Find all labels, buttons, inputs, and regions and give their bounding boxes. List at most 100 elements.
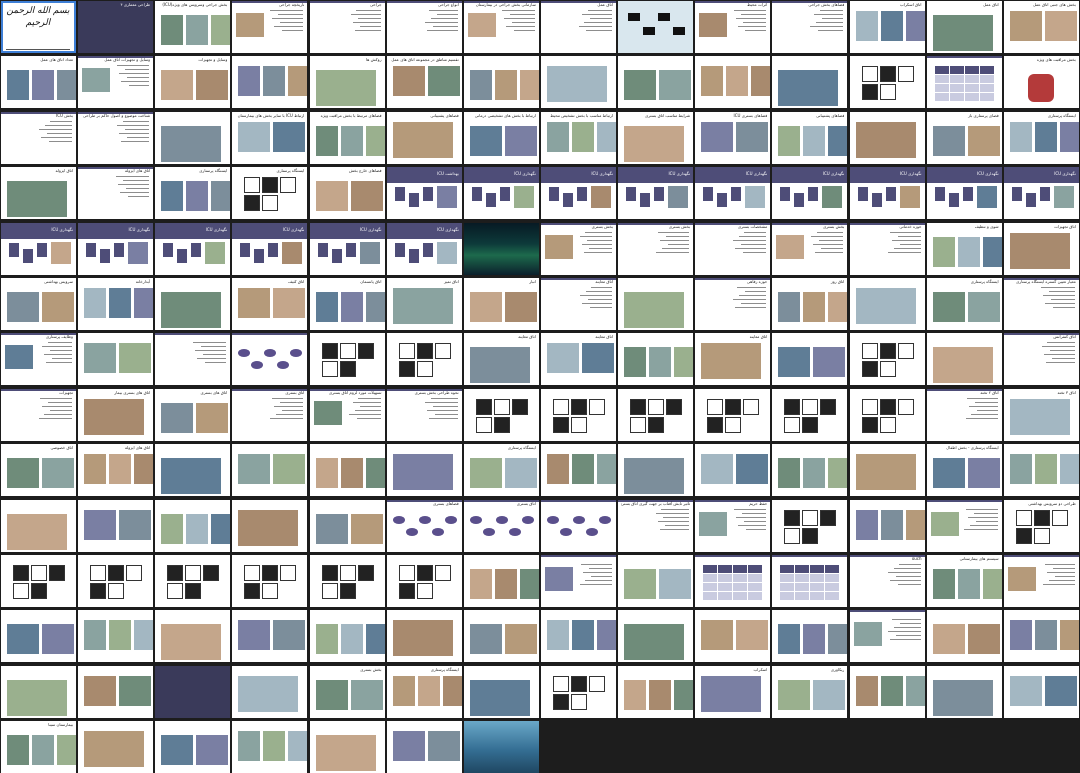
slide-thumbnail[interactable] bbox=[1003, 610, 1079, 663]
slide-thumbnail[interactable] bbox=[849, 444, 925, 497]
slide-thumbnail[interactable] bbox=[540, 56, 616, 109]
slide-thumbnail[interactable]: اتاق ۳ تخته bbox=[1003, 388, 1079, 441]
slide-thumbnail[interactable]: فضای پرستاری باز bbox=[926, 111, 1002, 164]
slide-thumbnail[interactable]: ouch bbox=[849, 555, 925, 607]
slide-thumbnail[interactable] bbox=[618, 444, 694, 497]
slide-thumbnail[interactable] bbox=[618, 610, 694, 663]
slide-thumbnail[interactable] bbox=[386, 444, 462, 497]
slide-thumbnail[interactable] bbox=[155, 333, 231, 386]
slide-thumbnail[interactable] bbox=[540, 555, 616, 607]
slide-thumbnail[interactable] bbox=[926, 610, 1002, 663]
slide-thumbnail[interactable]: شناخت موضوع و اصول حاکم بر طراحی bbox=[78, 111, 154, 164]
slide-thumbnail[interactable] bbox=[849, 610, 925, 663]
slide-thumbnail[interactable] bbox=[78, 610, 154, 663]
slide-thumbnail[interactable]: سیستم های بیمارستانی bbox=[926, 555, 1002, 607]
slide-thumbnail[interactable] bbox=[309, 444, 385, 497]
slide-thumbnail[interactable]: روکش ها bbox=[309, 56, 385, 109]
slide-thumbnail[interactable]: اتاق تمیز bbox=[386, 278, 462, 330]
slide-thumbnail[interactable]: بیمارستان سینا bbox=[1, 721, 76, 773]
slide-thumbnail[interactable] bbox=[849, 665, 925, 718]
slide-thumbnail[interactable] bbox=[540, 388, 616, 441]
slide-thumbnail[interactable] bbox=[232, 333, 308, 386]
slide-thumbnail[interactable]: آبدارخانه bbox=[78, 278, 154, 330]
slide-thumbnail[interactable] bbox=[155, 444, 231, 497]
slide-thumbnail[interactable] bbox=[849, 278, 925, 330]
slide-thumbnail[interactable]: اتاق های بستری بیمار bbox=[78, 388, 154, 441]
slide-thumbnail[interactable] bbox=[232, 665, 308, 718]
slide-thumbnail[interactable] bbox=[695, 444, 771, 497]
slide-thumbnail[interactable]: ریکاوری bbox=[772, 665, 848, 718]
slide-thumbnail[interactable] bbox=[618, 555, 694, 607]
slide-thumbnail[interactable]: انواع جراحی bbox=[386, 1, 462, 53]
slide-thumbnail[interactable]: اتاق های ایزوله bbox=[78, 167, 154, 220]
slide-thumbnail[interactable] bbox=[309, 499, 385, 552]
slide-thumbnail[interactable]: نگهداری ICU bbox=[540, 167, 616, 220]
slide-thumbnail[interactable] bbox=[155, 278, 231, 330]
slide-thumbnail[interactable] bbox=[849, 333, 925, 386]
slide-thumbnail[interactable] bbox=[155, 665, 231, 718]
slide-thumbnail[interactable]: اتاق عمل bbox=[926, 1, 1002, 53]
slide-thumbnail[interactable]: وسایل و تجهیزات اتاق عمل bbox=[78, 56, 154, 109]
slide-thumbnail[interactable]: بخش بستری bbox=[540, 222, 616, 275]
slide-thumbnail[interactable] bbox=[463, 388, 539, 441]
slide-thumbnail[interactable] bbox=[78, 555, 154, 607]
slide-thumbnail[interactable]: فضاهای بخش جراحی bbox=[772, 1, 848, 53]
slide-thumbnail[interactable]: بخش جراحی وسرویس های ویژه(ICU) bbox=[155, 1, 231, 53]
slide-thumbnail[interactable]: فضاهای خارج بخش bbox=[309, 167, 385, 220]
slide-thumbnail[interactable] bbox=[309, 333, 385, 386]
slide-thumbnail[interactable]: وظایف پرستاری bbox=[1, 333, 76, 386]
slide-thumbnail[interactable] bbox=[309, 555, 385, 607]
slide-thumbnail[interactable] bbox=[772, 610, 848, 663]
slide-thumbnail[interactable]: فضاهای مرتبط با بخش مراقبت ویژه bbox=[309, 111, 385, 164]
slide-thumbnail[interactable] bbox=[78, 333, 154, 386]
slide-thumbnail[interactable]: نگهداری ICU bbox=[926, 167, 1002, 220]
slide-thumbnail[interactable]: اتاق پانسمان bbox=[309, 278, 385, 330]
slide-thumbnail[interactable]: حوزه رفاهی bbox=[695, 278, 771, 330]
slide-thumbnail[interactable]: تقسیم مناطق در مجموعه اتاق های عمل bbox=[386, 56, 462, 109]
slide-thumbnail[interactable]: اتاق روز bbox=[772, 278, 848, 330]
slide-thumbnail[interactable] bbox=[926, 333, 1002, 386]
slide-thumbnail[interactable]: وسایل و تجهیزات bbox=[155, 56, 231, 109]
slide-thumbnail[interactable] bbox=[463, 665, 539, 718]
slide-thumbnail[interactable]: نگهداری ICU bbox=[1, 222, 76, 275]
slide-thumbnail[interactable] bbox=[309, 721, 385, 773]
slide-thumbnail[interactable]: تجهیزات bbox=[1, 388, 76, 441]
slide-thumbnail[interactable]: تاریخچه جراحی bbox=[232, 1, 308, 53]
slide-thumbnail[interactable] bbox=[540, 610, 616, 663]
slide-thumbnail[interactable]: معیار تعیین گستره ایستگاه پرستاری bbox=[1003, 278, 1079, 330]
slide-thumbnail[interactable] bbox=[926, 499, 1002, 552]
slide-thumbnail[interactable]: بخش مراقبت های ویژه bbox=[1003, 56, 1079, 109]
slide-thumbnail[interactable] bbox=[926, 56, 1002, 109]
slide-thumbnail[interactable] bbox=[463, 222, 539, 275]
slide-thumbnail[interactable]: اتاق تجهیزات bbox=[1003, 222, 1079, 275]
slide-thumbnail[interactable]: نگهداری ICU bbox=[618, 167, 694, 220]
slide-thumbnail[interactable]: سازمانی بخش جراحی در بیمارستان bbox=[463, 1, 539, 53]
slide-thumbnail[interactable] bbox=[772, 499, 848, 552]
slide-thumbnail[interactable] bbox=[1003, 444, 1079, 497]
slide-thumbnail[interactable] bbox=[463, 721, 539, 773]
slide-thumbnail[interactable]: اتاق معاینه bbox=[540, 278, 616, 330]
slide-thumbnail[interactable] bbox=[772, 555, 848, 607]
slide-thumbnail[interactable]: تسهیلات مورد لزوم اتاق بستری bbox=[309, 388, 385, 441]
slide-thumbnail[interactable] bbox=[463, 610, 539, 663]
slide-thumbnail[interactable] bbox=[772, 444, 848, 497]
slide-thumbnail[interactable] bbox=[618, 56, 694, 109]
slide-thumbnail[interactable]: بهداشت ICU bbox=[386, 167, 462, 220]
slide-thumbnail[interactable]: اتاق کنفرانس bbox=[1003, 333, 1079, 386]
slide-thumbnail[interactable] bbox=[232, 444, 308, 497]
slide-thumbnail[interactable]: اتاق کثیف bbox=[232, 278, 308, 330]
slide-thumbnail[interactable]: ایستگاه پرستاری bbox=[232, 167, 308, 220]
slide-thumbnail[interactable]: اتاق معاینه bbox=[540, 333, 616, 386]
slide-thumbnail[interactable] bbox=[772, 388, 848, 441]
slide-thumbnail[interactable] bbox=[1003, 555, 1079, 607]
slide-thumbnail[interactable] bbox=[1, 499, 76, 552]
slide-thumbnail[interactable]: نگهداری ICU bbox=[155, 222, 231, 275]
slide-thumbnail[interactable] bbox=[155, 555, 231, 607]
slide-thumbnail[interactable]: فضاهای پشتیبانی bbox=[772, 111, 848, 164]
slide-thumbnail[interactable] bbox=[78, 499, 154, 552]
slide-thumbnail[interactable]: اتاق معاینه bbox=[463, 333, 539, 386]
slide-thumbnail[interactable]: ارتباط مناسب با بخش تشخیص محیط bbox=[540, 111, 616, 164]
slide-thumbnail[interactable]: نگهداری ICU bbox=[463, 167, 539, 220]
slide-thumbnail[interactable] bbox=[155, 610, 231, 663]
slide-thumbnail[interactable]: اسکراب bbox=[695, 665, 771, 718]
